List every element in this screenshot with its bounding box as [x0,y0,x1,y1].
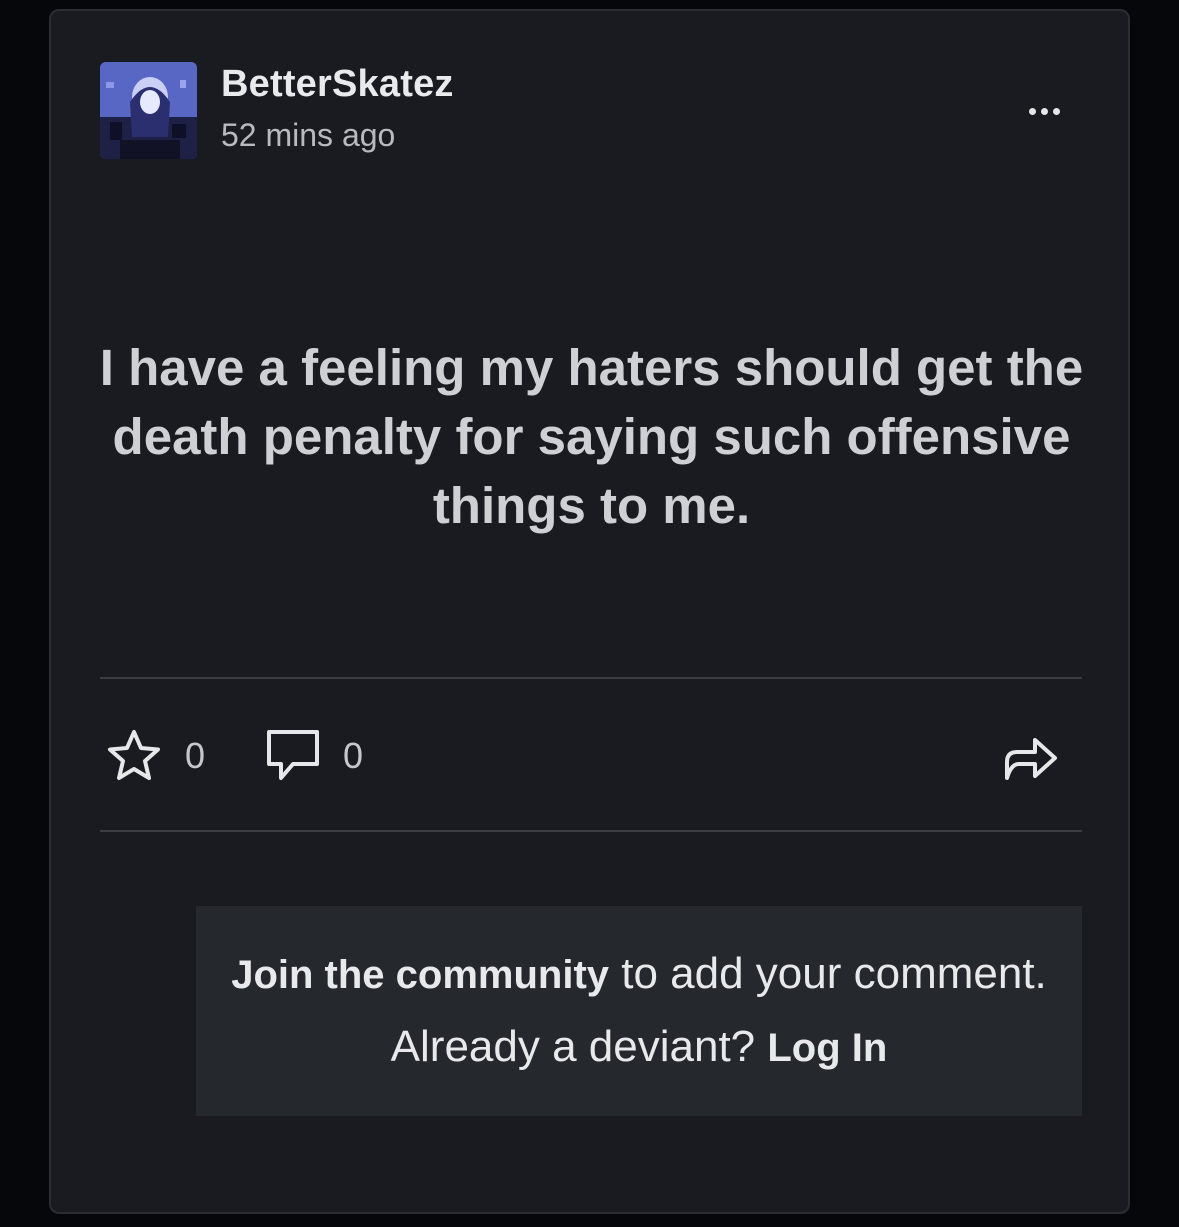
join-community-link[interactable]: Join the community [231,953,609,997]
post-text: I have a feeling my haters should get th… [99,339,1084,534]
more-icon-dot [1040,107,1048,115]
divider [100,677,1082,679]
favourite-button[interactable]: 0 [105,728,205,784]
post-card: BetterSkatez 52 mins ago I have a feelin… [49,9,1130,1214]
more-icon [1028,107,1036,115]
comment-icon [267,730,319,780]
share-button[interactable] [1001,727,1059,783]
comments-count: 0 [343,735,364,776]
author-name[interactable]: BetterSkatez [221,63,454,106]
post-timestamp: 52 mins ago [221,117,396,153]
favourites-count: 0 [185,735,206,776]
star-icon [108,730,160,780]
join-community-prompt: Join the community to add your comment. … [196,906,1082,1116]
comment-button[interactable]: 0 [265,728,363,784]
share-icon [1005,738,1057,780]
more-options-button[interactable] [1019,93,1069,129]
more-icon-dot [1052,107,1060,115]
login-link[interactable]: Log In [767,1026,887,1070]
divider [100,830,1082,832]
avatar-image [100,62,197,159]
avatar[interactable] [100,62,197,159]
